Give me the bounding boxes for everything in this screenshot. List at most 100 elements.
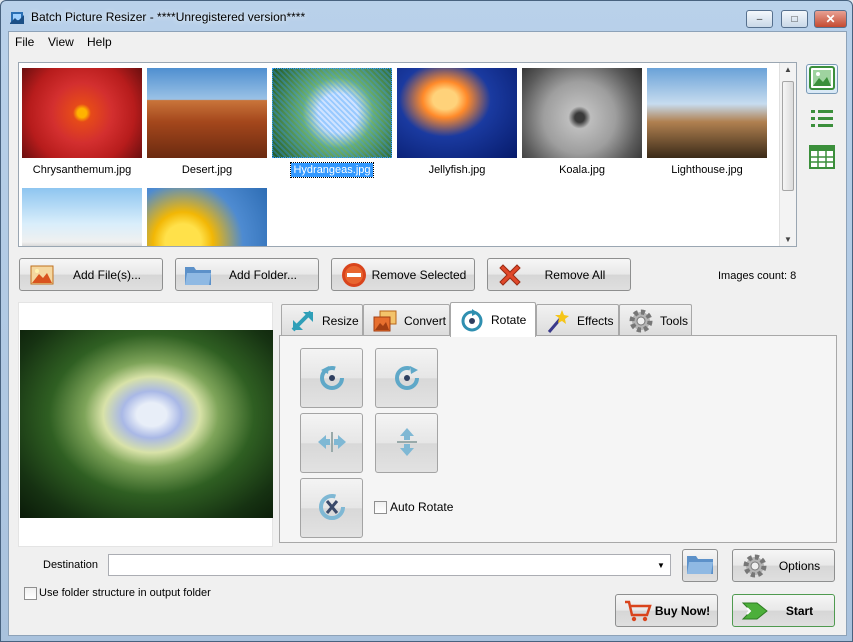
folder-structure-label: Use folder structure in output folder bbox=[39, 587, 211, 599]
thumbnail-item[interactable]: Chrysanthemum.jpg bbox=[22, 68, 142, 176]
reset-rotation-button[interactable] bbox=[300, 478, 363, 538]
shopping-cart-icon bbox=[624, 599, 652, 623]
thumbnail-list[interactable]: Chrysanthemum.jpg Desert.jpg Hydrangeas.… bbox=[18, 62, 797, 247]
thumbnail-item[interactable] bbox=[147, 188, 267, 246]
start-button[interactable]: Start bbox=[732, 594, 835, 627]
window-title: Batch Picture Resizer - ****Unregistered… bbox=[31, 10, 306, 24]
tools-icon bbox=[626, 308, 656, 334]
flip-vertical-button[interactable] bbox=[375, 413, 438, 473]
rotate-icon bbox=[457, 307, 487, 333]
remove-all-button[interactable]: Remove All bbox=[487, 258, 631, 291]
menu-bar: File View Help bbox=[9, 32, 846, 51]
app-icon bbox=[9, 9, 25, 25]
buy-now-label: Buy Now! bbox=[654, 603, 711, 618]
list-view-button[interactable] bbox=[806, 105, 838, 135]
client-area: File View Help Chrysanthemum.jpg Desert.… bbox=[8, 31, 847, 636]
folder-structure-checkbox[interactable] bbox=[24, 587, 37, 600]
thumbnail-caption: Lighthouse.jpg bbox=[671, 164, 743, 176]
rotate-panel: Auto Rotate bbox=[279, 335, 837, 543]
add-files-button[interactable]: Add File(s)... bbox=[19, 258, 163, 291]
thumbnail-scrollbar[interactable]: ▲ ▼ bbox=[779, 63, 796, 246]
thumbnail-item[interactable]: Hydrangeas.jpg bbox=[272, 68, 392, 178]
effects-icon bbox=[543, 308, 573, 334]
thumbnail-image bbox=[147, 188, 267, 246]
chevron-down-icon[interactable]: ▼ bbox=[654, 557, 668, 573]
tab-label: Resize bbox=[322, 313, 359, 328]
destination-combobox[interactable]: ▼ bbox=[108, 554, 671, 576]
add-files-label: Add File(s)... bbox=[72, 267, 141, 282]
tab-label: Rotate bbox=[491, 313, 527, 327]
start-label: Start bbox=[785, 603, 814, 618]
thumbnail-image bbox=[147, 68, 267, 158]
reset-rotation-icon bbox=[317, 492, 347, 525]
browse-folder-icon bbox=[686, 553, 714, 578]
add-files-icon bbox=[28, 263, 56, 287]
thumbnail-image bbox=[272, 68, 392, 158]
destination-label: Destination bbox=[43, 559, 99, 571]
flip-horizontal-button[interactable] bbox=[300, 413, 363, 473]
folder-icon bbox=[184, 263, 212, 287]
remove-selected-icon bbox=[340, 263, 368, 287]
flip-vertical-icon bbox=[395, 426, 419, 461]
thumbnail-item[interactable]: Desert.jpg bbox=[147, 68, 267, 176]
details-view-button[interactable] bbox=[806, 143, 838, 173]
maximize-button[interactable]: □ bbox=[781, 10, 808, 28]
start-arrow-icon bbox=[741, 599, 769, 623]
tab-tools[interactable]: Tools bbox=[619, 304, 692, 336]
add-folder-label: Add Folder... bbox=[228, 267, 298, 282]
image-preview bbox=[18, 302, 273, 547]
scroll-down-icon[interactable]: ▼ bbox=[784, 235, 792, 244]
options-label: Options bbox=[778, 558, 821, 573]
rotate-right-icon bbox=[392, 362, 422, 395]
resize-icon bbox=[288, 308, 318, 334]
tab-label: Tools bbox=[660, 313, 689, 328]
remove-all-label: Remove All bbox=[544, 267, 606, 282]
menu-help[interactable]: Help bbox=[87, 35, 112, 49]
buy-now-button[interactable]: Buy Now! bbox=[615, 594, 718, 627]
thumbnail-caption: Hydrangeas.jpg bbox=[290, 162, 374, 178]
scroll-up-icon[interactable]: ▲ bbox=[784, 65, 792, 74]
thumbnail-item[interactable]: Jellyfish.jpg bbox=[397, 68, 517, 176]
tab-label: Convert bbox=[404, 313, 447, 328]
auto-rotate-checkbox[interactable] bbox=[374, 501, 387, 514]
remove-selected-button[interactable]: Remove Selected bbox=[331, 258, 475, 291]
thumbnail-item[interactable]: Koala.jpg bbox=[522, 68, 642, 176]
scrollbar-thumb[interactable] bbox=[782, 81, 794, 191]
thumbnail-view-button[interactable] bbox=[806, 64, 838, 94]
app-window: Batch Picture Resizer - ****Unregistered… bbox=[0, 0, 853, 642]
tab-label: Effects bbox=[577, 313, 614, 328]
convert-icon bbox=[370, 308, 400, 334]
menu-file[interactable]: File bbox=[15, 35, 34, 49]
flip-horizontal-icon bbox=[316, 430, 348, 457]
rotate-left-button[interactable] bbox=[300, 348, 363, 408]
tab-resize[interactable]: Resize bbox=[281, 304, 363, 336]
options-button[interactable]: Options bbox=[732, 549, 835, 582]
minimize-button[interactable]: – bbox=[746, 10, 773, 28]
details-view-icon bbox=[809, 144, 835, 172]
tab-rotate[interactable]: Rotate bbox=[450, 302, 536, 337]
browse-folder-button[interactable] bbox=[682, 549, 718, 582]
thumbnail-image bbox=[22, 188, 142, 246]
tab-effects[interactable]: Effects bbox=[536, 304, 619, 336]
thumbnail-view-icon bbox=[809, 65, 835, 93]
thumbnail-image bbox=[22, 68, 142, 158]
menu-view[interactable]: View bbox=[48, 35, 74, 49]
thumbnail-image bbox=[522, 68, 642, 158]
remove-all-icon bbox=[496, 263, 524, 287]
images-count: Images count: 8 bbox=[718, 270, 797, 282]
rotate-left-icon bbox=[317, 362, 347, 395]
add-folder-button[interactable]: Add Folder... bbox=[175, 258, 319, 291]
thumbnail-item[interactable]: Lighthouse.jpg bbox=[647, 68, 767, 176]
thumbnail-caption: Jellyfish.jpg bbox=[428, 164, 486, 176]
preview-image bbox=[20, 330, 273, 518]
thumbnail-item[interactable] bbox=[22, 188, 142, 246]
tab-convert[interactable]: Convert bbox=[363, 304, 450, 336]
rotate-right-button[interactable] bbox=[375, 348, 438, 408]
auto-rotate-label: Auto Rotate bbox=[390, 500, 454, 514]
title-bar[interactable]: Batch Picture Resizer - ****Unregistered… bbox=[1, 1, 852, 31]
remove-selected-label: Remove Selected bbox=[371, 267, 467, 282]
thumbnail-caption: Koala.jpg bbox=[559, 164, 605, 176]
close-button[interactable]: ✕ bbox=[814, 10, 847, 28]
gear-icon bbox=[741, 554, 769, 578]
thumbnail-caption: Chrysanthemum.jpg bbox=[32, 164, 132, 176]
